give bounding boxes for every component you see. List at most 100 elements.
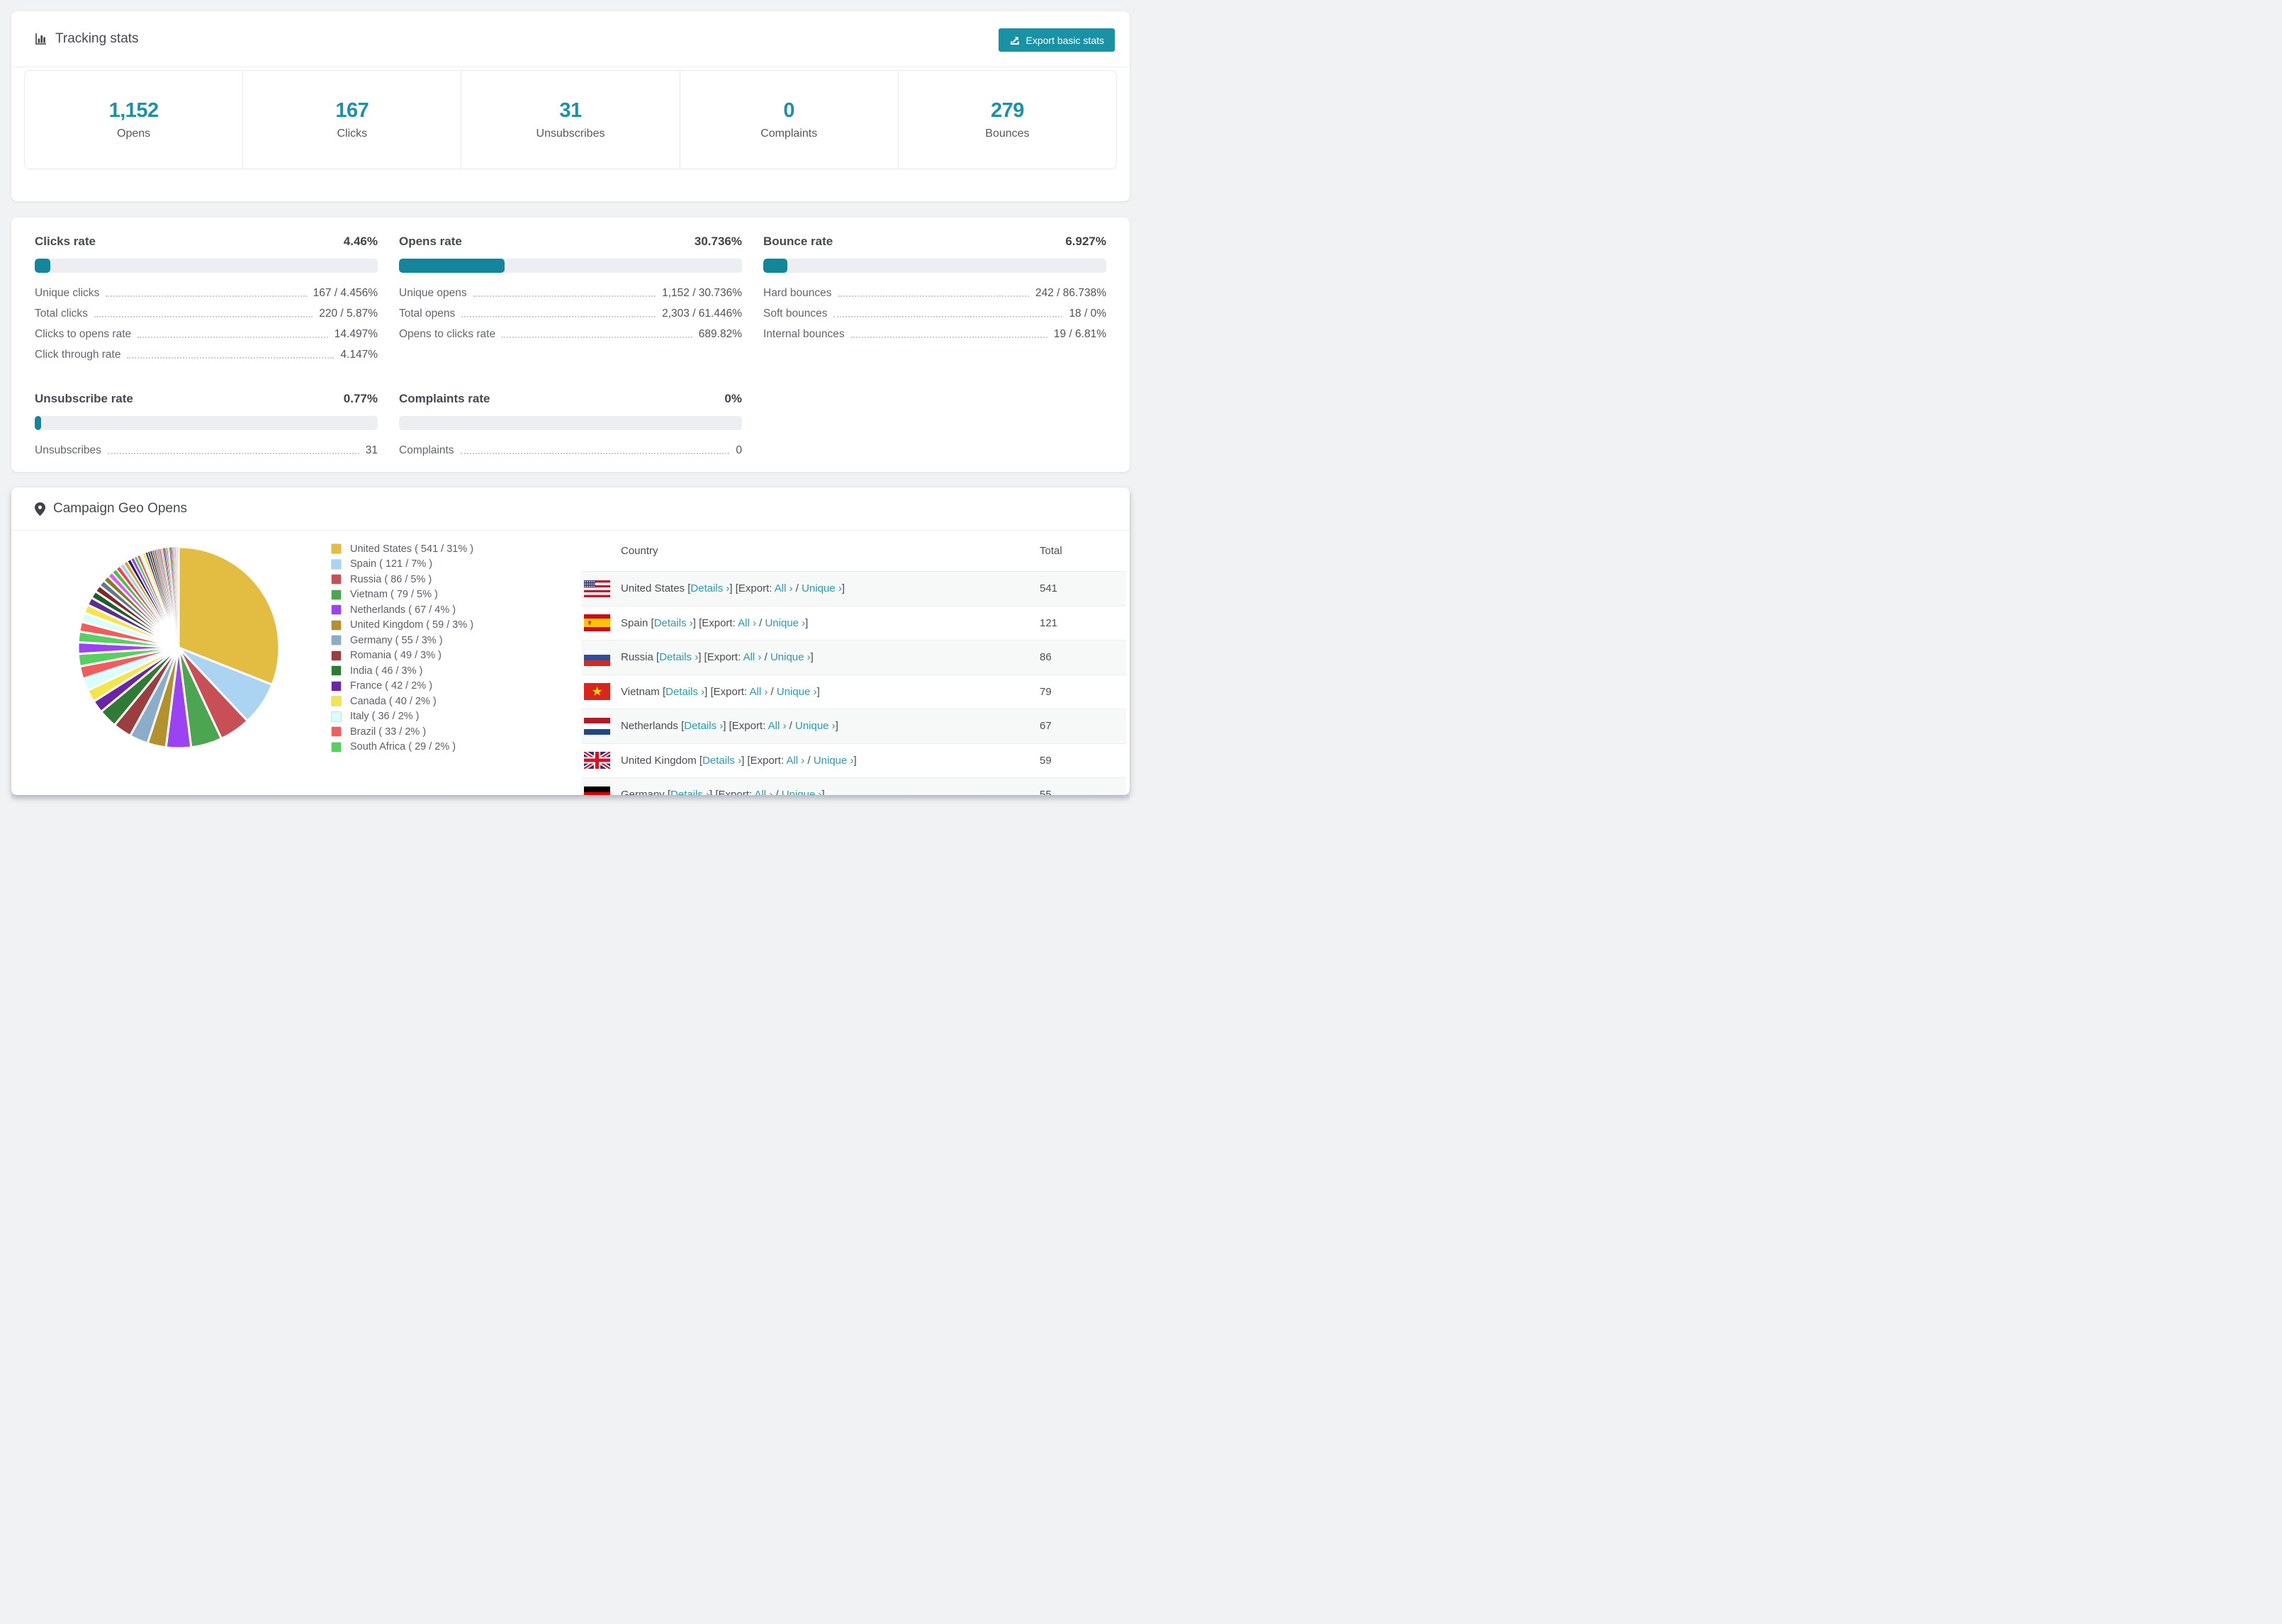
rate-stat-row: Internal bounces 19 / 6.81%: [763, 324, 1106, 344]
dotted-leader: [838, 295, 1030, 297]
geo-table-row: Vietnam [Details ›] [Export: All › / Uni…: [581, 675, 1126, 709]
details-link[interactable]: Details ›: [690, 582, 729, 594]
rate-stat-value: 19 / 6.81%: [1053, 327, 1106, 340]
export-all-link[interactable]: All ›: [768, 720, 787, 732]
rate-stat-label: Click through rate: [35, 348, 121, 361]
geo-row-text: United States [Details ›] [Export: All ›…: [621, 582, 845, 595]
export-basic-stats-button[interactable]: Export basic stats: [998, 28, 1115, 52]
legend-item: Vietnam ( 79 / 5% ): [331, 587, 473, 603]
rates-grid: Clicks rate 4.46% Unique clicks 167 / 4.456…: [11, 218, 1130, 461]
legend-label: Brazil ( 33 / 2% ): [350, 726, 427, 738]
export-unique-link[interactable]: Unique ›: [814, 755, 854, 767]
summary-stat-label: Clicks: [337, 128, 368, 140]
export-all-link[interactable]: All ›: [738, 617, 756, 629]
geo-table-row: Russia [Details ›] [Export: All › / Uniq…: [581, 641, 1126, 675]
geo-row-total: 67: [1040, 720, 1052, 733]
legend-item: Romania ( 49 / 3% ): [331, 648, 473, 664]
export-unique-link[interactable]: Unique ›: [782, 789, 822, 795]
export-button-label: Export basic stats: [1025, 34, 1105, 46]
rate-stat-row: Hard bounces 242 / 86.738%: [763, 283, 1106, 303]
legend-swatch: [331, 696, 342, 707]
rate-block: Opens rate 30.736% Unique opens 1,152 / 30.…: [399, 233, 742, 365]
rate-progress-fill: [35, 259, 50, 273]
rate-percent: 30.736%: [694, 235, 742, 248]
geo-pie-chart: [72, 541, 285, 754]
geo-row-text: Germany [Details ›] [Export: All › / Uni…: [621, 789, 825, 795]
export-all-link[interactable]: All ›: [786, 755, 804, 767]
summary-stat-cell: 167 Clicks: [243, 71, 462, 169]
geo-table-row: Germany [Details ›] [Export: All › / Uni…: [581, 778, 1126, 795]
geo-card-header: Campaign Geo Opens: [11, 487, 1130, 530]
geo-legend: United States ( 541 / 31% ) Spain ( 121 /…: [331, 541, 473, 755]
summary-stat-cell: 1,152 Opens: [25, 71, 244, 169]
country-name: Germany: [621, 789, 668, 795]
rate-stat-row: Complaints 0: [399, 440, 742, 461]
rate-progress-fill: [399, 259, 505, 273]
tracking-stats-title-text: Tracking stats: [55, 31, 139, 46]
geo-row-total: 79: [1040, 685, 1052, 698]
details-link[interactable]: Details ›: [654, 617, 693, 629]
export-all-link[interactable]: All ›: [754, 789, 772, 795]
rate-block: Unsubscribe rate 0.77% Unsubscribes 31: [35, 390, 378, 461]
rate-stat-value: 18 / 0%: [1069, 307, 1106, 320]
bar-chart-icon: [35, 33, 46, 45]
legend-item: Canada ( 40 / 2% ): [331, 694, 473, 709]
legend-item: Netherlands ( 67 / 4% ): [331, 602, 473, 618]
export-unique-link[interactable]: Unique ›: [802, 582, 842, 594]
dotted-leader: [460, 453, 730, 454]
rate-stat-row: Unsubscribes 31: [35, 440, 378, 461]
card-bottom-shadow: [11, 795, 1130, 801]
rate-stat-row: Unique opens 1,152 / 30.736%: [399, 283, 742, 303]
export-all-link[interactable]: All ›: [775, 582, 793, 594]
legend-label: France ( 42 / 2% ): [350, 680, 433, 692]
rate-stat-row: Click through rate 4.147%: [35, 344, 378, 365]
details-link[interactable]: Details ›: [665, 686, 704, 698]
details-link[interactable]: Details ›: [659, 651, 698, 663]
export-unique-link[interactable]: Unique ›: [795, 720, 836, 732]
rate-stat-value: 4.147%: [340, 348, 378, 361]
details-link[interactable]: Details ›: [684, 720, 723, 732]
dotted-leader: [473, 295, 656, 297]
legend-label: Vietnam ( 79 / 5% ): [350, 589, 438, 601]
rate-block-header: Unsubscribe rate 0.77%: [35, 390, 378, 407]
rate-stat-label: Unsubscribes: [35, 444, 101, 456]
country-name: United Kingdom: [621, 754, 699, 767]
geo-row-total: 121: [1040, 616, 1058, 629]
legend-swatch: [331, 741, 342, 752]
rate-block: Bounce rate 6.927% Hard bounces 242 / 86.73…: [763, 233, 1106, 365]
summary-stat-cell: 31 Unsubscribes: [461, 71, 680, 169]
geo-row-text: Spain [Details ›] [Export: All › / Uniqu…: [621, 616, 809, 629]
export-unique-link[interactable]: Unique ›: [765, 617, 805, 629]
export-all-link[interactable]: All ›: [750, 686, 768, 698]
details-link[interactable]: Details ›: [702, 755, 741, 767]
legend-item: United Kingdom ( 59 / 3% ): [331, 618, 473, 633]
legend-swatch: [331, 650, 342, 661]
legend-item: India ( 46 / 3% ): [331, 663, 473, 679]
geo-row-text: Russia [Details ›] [Export: All › / Uniq…: [621, 651, 814, 664]
details-link[interactable]: Details ›: [670, 789, 709, 795]
geo-row-total: 55: [1040, 789, 1052, 795]
export-all-link[interactable]: All ›: [743, 651, 762, 663]
export-unique-link[interactable]: Unique ›: [777, 686, 817, 698]
legend-item: South Africa ( 29 / 2% ): [331, 740, 473, 755]
rate-stat-value: 242 / 86.738%: [1035, 286, 1106, 299]
geo-table-header: Country Total: [581, 530, 1126, 572]
rate-percent: 0.77%: [343, 392, 378, 405]
rate-stat-label: Unique clicks: [35, 286, 100, 299]
legend-item: France ( 42 / 2% ): [331, 679, 473, 694]
rate-stat-value: 0: [736, 444, 742, 456]
export-unique-link[interactable]: Unique ›: [770, 651, 811, 663]
rate-progress-track: [35, 259, 378, 273]
rate-stat-value: 2,303 / 61.446%: [662, 307, 742, 320]
dotted-leader: [107, 453, 359, 454]
dotted-leader: [106, 295, 307, 297]
legend-label: Germany ( 55 / 3% ): [350, 634, 443, 646]
legend-swatch: [331, 543, 342, 555]
country-name: Netherlands: [621, 720, 682, 733]
rates-card: Clicks rate 4.46% Unique clicks 167 / 4.456…: [11, 218, 1130, 472]
rate-progress-track: [763, 259, 1106, 273]
rate-percent: 6.927%: [1065, 235, 1106, 248]
dotted-leader: [850, 337, 1047, 338]
rate-progress-track: [399, 259, 742, 273]
rate-stat-label: Hard bounces: [763, 286, 832, 299]
